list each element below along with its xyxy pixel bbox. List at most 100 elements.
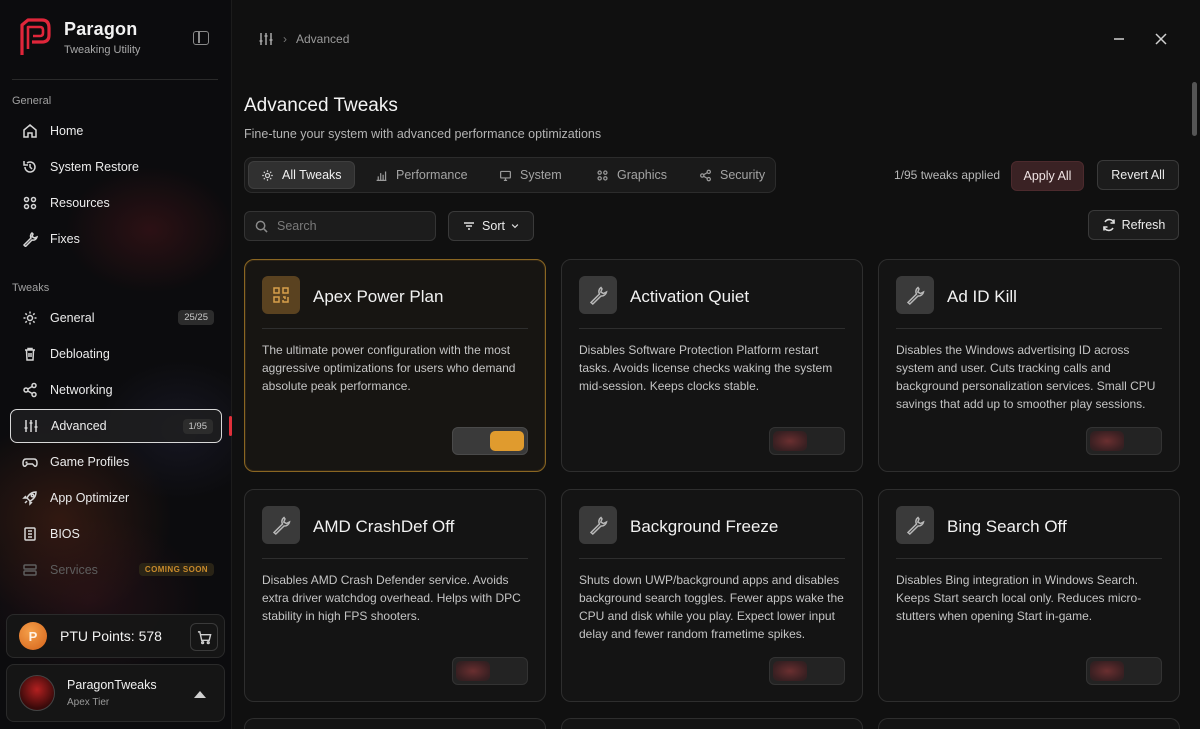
card-title: AMD CrashDef Off [313,517,455,536]
gear-icon [22,310,38,326]
chip-icon [22,526,38,542]
restore-icon [22,159,38,175]
minimize-button[interactable] [1106,26,1132,52]
tweak-card-partial [244,718,546,729]
avatar [19,675,55,711]
close-button[interactable] [1148,26,1174,52]
search-icon [255,220,268,233]
sidebar-item-debloating[interactable]: Debloating [10,337,222,371]
sliders-icon [259,33,273,45]
close-icon [1155,33,1167,45]
wrench-icon [579,276,617,314]
tweak-card-apex-power-plan: Apex Power Plan The ultimate power confi… [244,259,546,472]
card-description: Disables Bing integration in Windows Sea… [896,573,1142,623]
page-title: Advanced Tweaks [244,95,398,116]
applied-count: 1/95 tweaks applied [894,168,1001,182]
tab-security[interactable]: Security [687,161,777,189]
sidebar-item-fixes[interactable]: Fixes [10,222,222,256]
tab-label: System [520,168,562,182]
card-divider [579,328,845,329]
tab-all-tweaks[interactable]: All Tweaks [248,161,355,189]
toggle-knob [490,431,524,451]
tab-label: Security [720,168,766,182]
breadcrumb-separator: › [283,32,287,46]
section-label-general: General [12,95,52,107]
refresh-label: Refresh [1121,218,1166,232]
search-input[interactable] [277,219,427,233]
tweak-card-partial [878,718,1180,729]
apply-all-button[interactable]: Apply All [1011,161,1084,191]
share-icon [22,382,38,398]
sidebar-item-general[interactable]: General 25/25 [10,301,222,335]
minimize-icon [1114,38,1124,40]
tab-graphics[interactable]: Graphics [584,161,679,189]
user-card[interactable]: ParagonTweaks Apex Tier [6,664,225,722]
toggle-knob [1090,431,1124,451]
refresh-button[interactable]: Refresh [1088,210,1179,240]
caret-up-icon[interactable] [194,691,206,698]
sidebar-item-bios[interactable]: BIOS [10,517,222,551]
sidebar-item-services: Services COMING SOON [10,553,222,587]
tab-performance[interactable]: Performance [363,161,480,189]
card-title: Background Freeze [630,517,779,536]
points-card: P PTU Points: 578 [6,614,225,658]
user-name: ParagonTweaks [67,678,157,692]
tab-label: Performance [396,168,468,182]
gear-icon [262,169,273,181]
card-description: Shuts down UWP/background apps and disab… [579,573,844,641]
search-field[interactable] [244,211,436,241]
card-description: Disables AMD Crash Defender service. Avo… [262,573,521,623]
sidebar-item-label: Services [50,563,98,577]
user-tier: Apex Tier [67,697,110,708]
paragon-logo-icon [20,18,51,55]
tweak-toggle[interactable] [769,657,845,685]
grid-icon [22,195,38,211]
card-title: Ad ID Kill [947,287,1017,306]
services-icon [22,562,38,578]
monitor-icon [500,170,511,181]
wrench-icon [579,506,617,544]
sidebar-item-label: App Optimizer [50,491,130,505]
sidebar-collapse-icon[interactable] [193,31,209,45]
wrench-icon [262,506,300,544]
revert-all-button[interactable]: Revert All [1097,160,1179,190]
card-divider [896,328,1162,329]
tab-system[interactable]: System [487,161,574,189]
sidebar-item-label: Debloating [50,347,110,361]
main-content: › Advanced Advanced Tweaks Fine-tune you… [232,0,1200,729]
sidebar-item-app-optimizer[interactable]: App Optimizer [10,481,222,515]
tweak-toggle[interactable] [1086,427,1162,455]
tweak-toggle[interactable] [452,657,528,685]
breadcrumb-current[interactable]: Advanced [296,32,349,46]
sidebar-item-home[interactable]: Home [10,114,222,148]
sidebar-item-advanced[interactable]: Advanced 1/95 [10,409,222,443]
sidebar-item-resources[interactable]: Resources [10,186,222,220]
card-description: The ultimate power configuration with th… [262,343,516,393]
sidebar: Paragon Tweaking Utility General Home Sy… [0,0,232,729]
sidebar-item-networking[interactable]: Networking [10,373,222,407]
qr-grid-icon [262,276,300,314]
sidebar-divider [12,79,218,80]
card-divider [579,558,845,559]
tweak-toggle[interactable] [452,427,528,455]
tweak-toggle[interactable] [769,427,845,455]
card-title: Bing Search Off [947,517,1067,536]
coming-soon-badge: COMING SOON [138,563,214,576]
trash-icon [22,346,38,362]
tweak-toggle[interactable] [1086,657,1162,685]
tweak-card-ad-id-kill: Ad ID Kill Disables the Windows advertis… [878,259,1180,472]
tweak-card-background-freeze: Background Freeze Shuts down UWP/backgro… [561,489,863,702]
sidebar-item-system-restore[interactable]: System Restore [10,150,222,184]
gamepad-icon [22,454,38,470]
card-title: Activation Quiet [630,287,750,306]
sort-label: Sort [482,219,505,233]
count-badge: 25/25 [178,310,214,325]
sidebar-item-game-profiles[interactable]: Game Profiles [10,445,222,479]
sort-button[interactable]: Sort [448,211,534,241]
sidebar-item-label: Fixes [50,232,80,246]
wrench-icon [22,231,38,247]
home-icon [22,123,38,139]
app-name: Paragon [64,18,138,39]
scrollbar-thumb[interactable] [1192,82,1197,136]
cart-button[interactable] [190,623,218,651]
